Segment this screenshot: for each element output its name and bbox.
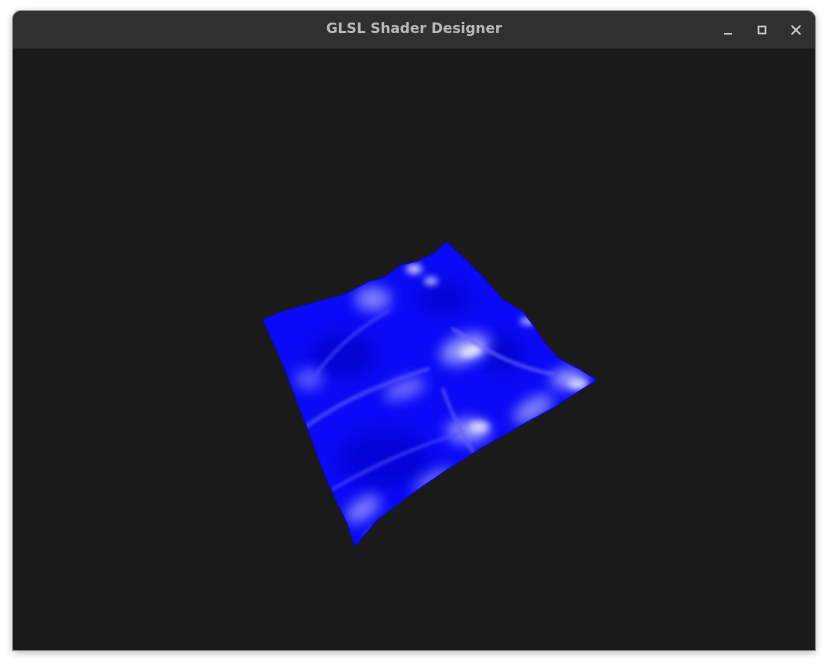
window-title: GLSL Shader Designer xyxy=(326,21,502,37)
render-viewport[interactable] xyxy=(13,49,815,650)
minimize-icon xyxy=(724,33,732,35)
title-bar[interactable]: GLSL Shader Designer xyxy=(13,11,815,49)
maximize-button[interactable] xyxy=(751,19,773,41)
minimize-button[interactable] xyxy=(717,19,739,41)
wave-mesh xyxy=(263,242,597,546)
close-button[interactable] xyxy=(785,19,807,41)
shader-canvas xyxy=(262,241,598,547)
close-icon xyxy=(791,25,801,35)
maximize-icon xyxy=(757,25,767,35)
app-window: GLSL Shader Designer xyxy=(13,11,815,650)
